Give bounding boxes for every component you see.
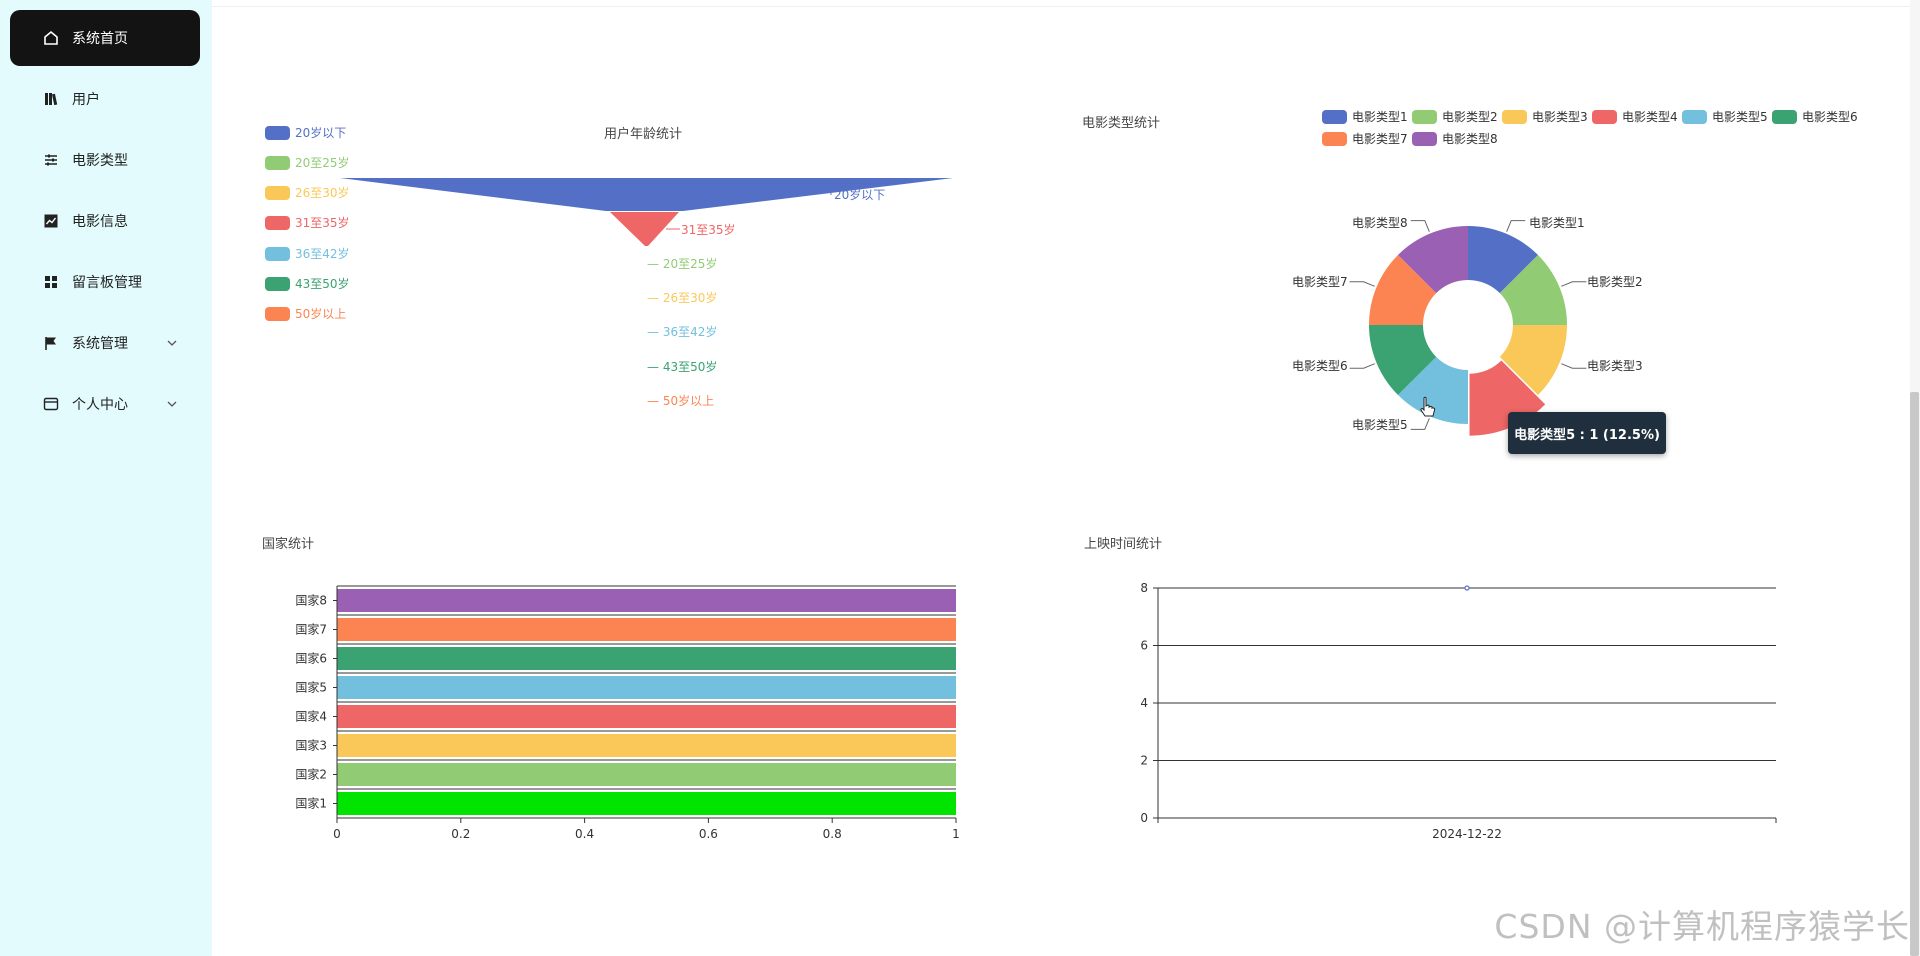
- bar[interactable]: [337, 763, 956, 786]
- sidebar-item-personal-center[interactable]: 个人中心: [10, 376, 200, 432]
- home-icon: [42, 29, 60, 47]
- pie-label-line: [1506, 220, 1526, 232]
- bar[interactable]: [337, 676, 956, 699]
- pie-label-line: [1561, 363, 1587, 369]
- pie-label-line: [1349, 281, 1375, 287]
- x-tick-label: 0.6: [699, 827, 718, 841]
- y-tick-label: 0: [1140, 811, 1148, 825]
- legend-item[interactable]: 电影类型8: [1412, 130, 1498, 147]
- x-tick-label: 0.8: [823, 827, 842, 841]
- sidebar-item-label: 系统首页: [72, 31, 128, 47]
- bar[interactable]: [337, 734, 956, 757]
- funnel-label: — 43至50岁: [647, 360, 718, 374]
- x-tick-label: 0: [333, 827, 341, 841]
- pie-label-line: [1561, 281, 1587, 287]
- book-icon: [42, 90, 60, 108]
- y-tick-label: 8: [1140, 581, 1148, 595]
- line-point[interactable]: [1464, 585, 1470, 591]
- y-tick-label: 国家3: [295, 738, 327, 753]
- legend-item[interactable]: 电影类型4: [1592, 108, 1678, 125]
- sidebar-item-users[interactable]: 用户: [10, 71, 200, 127]
- card-icon: [42, 395, 60, 413]
- pie-plot: [1349, 220, 1587, 436]
- chart-title: 上映时间统计: [1084, 537, 1163, 552]
- x-tick-label: 1: [952, 827, 960, 841]
- legend-item[interactable]: 50岁以上: [265, 305, 346, 322]
- chevron-down-icon[interactable]: [166, 337, 178, 349]
- pie-label-line: [1410, 220, 1430, 232]
- sidebar-item-label: 系统管理: [72, 336, 128, 352]
- sidebar-item-label: 用户: [72, 92, 100, 108]
- funnel-plot: [340, 178, 953, 246]
- y-tick-label: 6: [1140, 639, 1148, 653]
- watermark: CSDN @计算机程序猿学长: [1494, 907, 1910, 946]
- top-bar: [212, 0, 1920, 7]
- flag-icon: [42, 334, 60, 352]
- sidebar-item-message-board[interactable]: 留言板管理: [10, 254, 200, 310]
- y-tick-label: 国家5: [295, 680, 327, 695]
- chart-title: 用户年龄统计: [604, 127, 683, 142]
- pie-label: 电影类型1: [1529, 216, 1585, 230]
- legend-item[interactable]: 电影类型6: [1772, 108, 1858, 125]
- legend-item[interactable]: 电影类型5: [1682, 108, 1768, 125]
- x-tick-label: 0.4: [575, 827, 594, 841]
- funnel-label: — 50岁以上: [647, 394, 715, 408]
- y-tick-label: 国家7: [295, 622, 327, 637]
- legend-item[interactable]: 电影类型1: [1322, 108, 1408, 125]
- sidebar-item-movie-types[interactable]: 电影类型: [10, 132, 200, 188]
- pie-label: 电影类型2: [1587, 275, 1643, 289]
- line-plot: 0 2 4 6 8 2024-12-22: [1140, 581, 1777, 840]
- y-tick-label: 国家8: [295, 593, 327, 608]
- bar[interactable]: [337, 647, 956, 670]
- sidebar-item-home[interactable]: 系统首页: [10, 10, 200, 66]
- y-tick-label: 2: [1140, 754, 1148, 768]
- pie-label: 电影类型7: [1292, 275, 1348, 289]
- scrollbar-thumb[interactable]: [1910, 392, 1919, 956]
- legend-item[interactable]: 20岁以下: [265, 124, 346, 141]
- legend-item[interactable]: 电影类型3: [1502, 108, 1588, 125]
- y-tick-label: 国家4: [295, 709, 327, 724]
- pie-label-line: [1349, 363, 1375, 369]
- scrollbar[interactable]: [1910, 0, 1920, 956]
- pie-label: 电影类型5: [1352, 418, 1408, 432]
- funnel-label: 20岁以下: [834, 188, 886, 202]
- legend-item[interactable]: 电影类型7: [1322, 130, 1408, 147]
- bar-plot: 国家1 国家2 国家3 国家4 国家5 国家6 国家7 国家8 0 0.2 0.4 0.6 0.8 1: [295, 585, 960, 841]
- pie-label: 电影类型8: [1352, 216, 1408, 230]
- funnel-label: — 26至30岁: [647, 291, 718, 305]
- funnel-label: — 36至42岁: [647, 325, 718, 339]
- funnel-label: — 20至25岁: [647, 257, 718, 271]
- pie-label: 电影类型6: [1292, 359, 1348, 373]
- x-tick-label: 0.2: [451, 827, 470, 841]
- pie-label: 电影类型3: [1587, 359, 1643, 373]
- sidebar-item-label: 个人中心: [72, 397, 128, 413]
- y-tick-label: 国家2: [295, 767, 327, 782]
- y-tick-label: 4: [1140, 696, 1148, 710]
- legend-item[interactable]: 43至50岁: [265, 275, 350, 292]
- bar[interactable]: [337, 792, 956, 815]
- chevron-down-icon[interactable]: [166, 398, 178, 410]
- sliders-icon: [42, 151, 60, 169]
- bar[interactable]: [337, 589, 956, 612]
- x-tick-label: 2024-12-22: [1432, 827, 1502, 840]
- sidebar: 系统首页 用户 电影类型 电影信息 留言板管理 系统管理 个人中心: [0, 0, 212, 956]
- cursor-hand-icon: [1420, 396, 1436, 417]
- legend-item[interactable]: 20至25岁: [265, 154, 350, 171]
- chart-title: 国家统计: [262, 537, 315, 552]
- sidebar-item-label: 电影信息: [72, 214, 128, 230]
- y-tick-label: 国家6: [295, 651, 327, 666]
- bar[interactable]: [337, 618, 956, 641]
- y-tick-label: 国家1: [295, 796, 327, 811]
- chart-icon: [42, 212, 60, 230]
- legend-item[interactable]: 电影类型2: [1412, 108, 1498, 125]
- chart-tooltip: 电影类型5 : 1 (12.5%): [1508, 412, 1666, 454]
- sidebar-item-movie-info[interactable]: 电影信息: [10, 193, 200, 249]
- sidebar-item-label: 电影类型: [72, 153, 128, 169]
- bar[interactable]: [337, 705, 956, 728]
- sidebar-item-label: 留言板管理: [72, 275, 142, 291]
- chart-title: 电影类型统计: [1082, 116, 1161, 131]
- grid-icon: [42, 273, 60, 291]
- sidebar-item-system-management[interactable]: 系统管理: [10, 315, 200, 371]
- funnel-label: 31至35岁: [681, 223, 736, 237]
